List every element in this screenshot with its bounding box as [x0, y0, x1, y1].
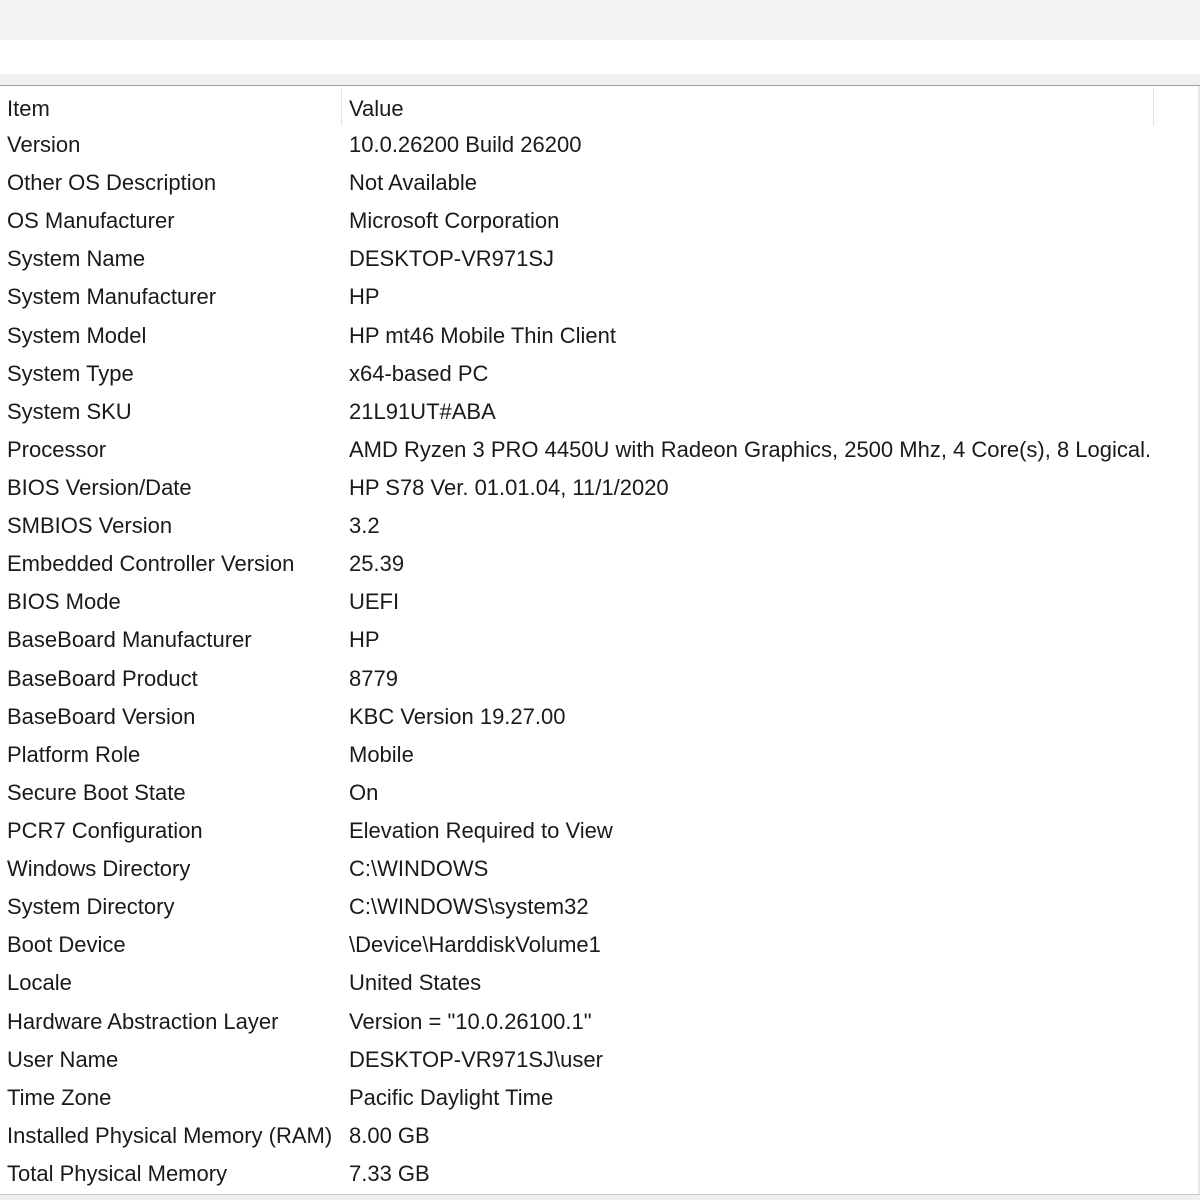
table-row[interactable]: System Directory C:\WINDOWS\system32: [0, 888, 1200, 926]
table-row[interactable]: Embedded Controller Version 25.39: [0, 545, 1200, 583]
row-value: 10.0.26200 Build 26200: [349, 132, 582, 157]
system-summary-list[interactable]: Item Value Version 10.0.26200 Build 26200…: [0, 86, 1200, 1194]
row-value: 8779: [349, 665, 398, 691]
table-row[interactable]: Platform Role Mobile: [0, 736, 1200, 774]
row-value: HP mt46 Mobile Thin Client: [349, 322, 616, 348]
table-row[interactable]: BaseBoard Version KBC Version 19.27.00: [0, 698, 1200, 736]
row-item-label: Total Physical Memory: [7, 1160, 228, 1186]
table-row[interactable]: PCR7 Configuration Elevation Required to …: [0, 812, 1200, 850]
table-row[interactable]: System SKU 21L91UT#ABA: [0, 393, 1200, 431]
row-item-label: BIOS Mode: [7, 589, 121, 615]
list-rows: Version 10.0.26200 Build 26200 Other OS De…: [0, 126, 1200, 1193]
table-row[interactable]: Locale United States: [0, 964, 1200, 1002]
row-item-label: Version: [7, 132, 81, 157]
table-row[interactable]: System Manufacturer HP: [0, 278, 1200, 316]
row-item-label: Secure Boot State: [7, 779, 186, 805]
row-item-label: Embedded Controller Version: [7, 551, 295, 577]
table-row[interactable]: Time Zone Pacific Daylight Time: [0, 1079, 1200, 1117]
toolbar-area: [0, 40, 1200, 74]
row-item-label: BaseBoard Product: [7, 665, 198, 691]
row-value: 3.2: [349, 513, 380, 539]
row-value: C:\WINDOWS\system32: [349, 894, 589, 920]
row-item-label: System Directory: [7, 894, 175, 920]
table-row[interactable]: Other OS Description Not Available: [0, 164, 1200, 202]
pane-divider[interactable]: [0, 74, 1200, 86]
table-row[interactable]: System Model HP mt46 Mobile Thin Client: [0, 317, 1200, 355]
row-value: DESKTOP-VR971SJ: [349, 246, 555, 272]
row-item-label: Windows Directory: [7, 856, 191, 882]
row-value: KBC Version 19.27.00: [349, 703, 566, 729]
table-row[interactable]: Total Physical Memory 7.33 GB: [0, 1155, 1200, 1193]
table-row[interactable]: Installed Physical Memory (RAM) 8.00 GB: [0, 1117, 1200, 1155]
table-row[interactable]: Hardware Abstraction Layer Version = "10.…: [0, 1003, 1200, 1041]
table-row[interactable]: Boot Device \Device\HarddiskVolume1: [0, 926, 1200, 964]
row-value: Elevation Required to View: [349, 817, 613, 843]
row-value: HP: [349, 284, 380, 310]
table-row[interactable]: SMBIOS Version 3.2: [0, 507, 1200, 545]
table-row[interactable]: BaseBoard Manufacturer HP: [0, 621, 1200, 659]
row-value: DESKTOP-VR971SJ\user: [349, 1046, 603, 1072]
table-row[interactable]: System Name DESKTOP-VR971SJ: [0, 240, 1200, 278]
row-item-label: Locale: [7, 970, 72, 996]
row-item-label: User Name: [7, 1046, 119, 1072]
row-item-label: System SKU: [7, 398, 132, 424]
row-value: Pacific Daylight Time: [349, 1084, 554, 1110]
row-value: UEFI: [349, 589, 400, 615]
row-item-label: Processor: [7, 436, 107, 462]
row-value: Not Available: [349, 170, 478, 196]
row-item-label: Platform Role: [7, 741, 141, 767]
row-item-label: System Manufacturer: [7, 284, 217, 310]
table-row[interactable]: Processor AMD Ryzen 3 PRO 4450U with Rade…: [0, 431, 1200, 469]
row-value: 21L91UT#ABA: [349, 398, 496, 424]
row-item-label: Hardware Abstraction Layer: [7, 1008, 279, 1034]
column-separator[interactable]: [1153, 88, 1154, 126]
row-value: AMD Ryzen 3 PRO 4450U with Radeon Graphi…: [349, 436, 1149, 462]
row-value: x64-based PC: [349, 360, 489, 386]
row-value: 8.00 GB: [349, 1122, 430, 1148]
row-value: \Device\HarddiskVolume1: [349, 932, 601, 958]
row-item-label: OS Manufacturer: [7, 208, 175, 234]
row-value: HP: [349, 627, 380, 653]
row-item-label: PCR7 Configuration: [7, 817, 203, 843]
table-row[interactable]: BIOS Mode UEFI: [0, 583, 1200, 621]
column-header-item[interactable]: Item: [7, 86, 340, 126]
row-item-label: BaseBoard Manufacturer: [7, 627, 252, 653]
row-value: Mobile: [349, 741, 414, 767]
row-value: C:\WINDOWS: [349, 856, 489, 882]
table-row[interactable]: Secure Boot State On: [0, 774, 1200, 812]
window-title-area: [0, 0, 1200, 40]
table-row[interactable]: System Type x64-based PC: [0, 355, 1200, 393]
column-header-value[interactable]: Value: [349, 86, 1149, 126]
row-item-label: BIOS Version/Date: [7, 474, 192, 500]
table-row[interactable]: BIOS Version/Date HP S78 Ver. 01.01.04, 1…: [0, 469, 1200, 507]
row-value: 25.39: [349, 551, 405, 577]
row-item-label: Other OS Description: [7, 170, 217, 196]
row-value: United States: [349, 970, 482, 996]
row-item-label: Installed Physical Memory (RAM): [7, 1122, 333, 1148]
row-item-label: Time Zone: [7, 1084, 112, 1110]
row-value: 7.33 GB: [349, 1160, 430, 1186]
list-header: Item Value: [0, 86, 1200, 126]
table-row[interactable]: User Name DESKTOP-VR971SJ\user: [0, 1041, 1200, 1079]
row-item-label: BaseBoard Version: [7, 703, 196, 729]
table-row[interactable]: OS Manufacturer Microsoft Corporation: [0, 202, 1200, 240]
table-row[interactable]: BaseBoard Product 8779: [0, 660, 1200, 698]
row-item-label: System Model: [7, 322, 147, 348]
row-value: Version = "10.0.26100.1": [349, 1008, 592, 1034]
row-value: On: [349, 779, 379, 805]
row-value: HP S78 Ver. 01.01.04, 11/1/2020: [349, 474, 669, 500]
row-item-label: SMBIOS Version: [7, 513, 173, 539]
row-item-label: Boot Device: [7, 932, 126, 958]
table-row[interactable]: Windows Directory C:\WINDOWS: [0, 850, 1200, 888]
horizontal-scroll-area[interactable]: [0, 1194, 1200, 1200]
row-item-label: System Name: [7, 246, 146, 272]
column-separator[interactable]: [341, 88, 342, 126]
row-value: Microsoft Corporation: [349, 208, 560, 234]
table-row[interactable]: Version 10.0.26200 Build 26200: [0, 126, 1200, 164]
row-item-label: System Type: [7, 360, 134, 386]
